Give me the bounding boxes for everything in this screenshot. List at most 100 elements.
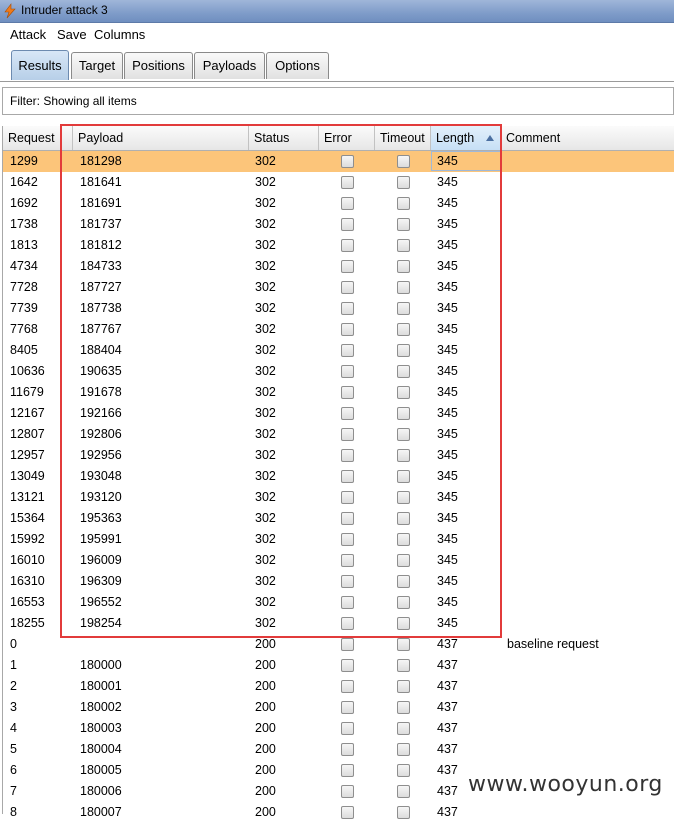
- error-checkbox[interactable]: [341, 365, 354, 378]
- error-checkbox[interactable]: [341, 617, 354, 630]
- column-request[interactable]: Request: [3, 126, 73, 150]
- tab-payloads[interactable]: Payloads: [194, 52, 265, 79]
- column-timeout[interactable]: Timeout: [375, 126, 431, 150]
- table-row[interactable]: 8 180007 200 437: [3, 802, 674, 823]
- error-checkbox[interactable]: [341, 323, 354, 336]
- timeout-checkbox[interactable]: [397, 407, 410, 420]
- table-row[interactable]: 1299 181298 302 345: [3, 151, 674, 172]
- table-row[interactable]: 3 180002 200 437: [3, 697, 674, 718]
- error-checkbox[interactable]: [341, 470, 354, 483]
- table-row[interactable]: 11679 191678 302 345: [3, 382, 674, 403]
- timeout-checkbox[interactable]: [397, 554, 410, 567]
- timeout-checkbox[interactable]: [397, 491, 410, 504]
- menu-attack[interactable]: Attack: [10, 27, 46, 42]
- timeout-checkbox[interactable]: [397, 575, 410, 588]
- error-checkbox[interactable]: [341, 491, 354, 504]
- timeout-checkbox[interactable]: [397, 344, 410, 357]
- timeout-checkbox[interactable]: [397, 764, 410, 777]
- timeout-checkbox[interactable]: [397, 155, 410, 168]
- timeout-checkbox[interactable]: [397, 722, 410, 735]
- table-row[interactable]: 12807 192806 302 345: [3, 424, 674, 445]
- table-row[interactable]: 1 180000 200 437: [3, 655, 674, 676]
- column-error[interactable]: Error: [319, 126, 375, 150]
- timeout-checkbox[interactable]: [397, 806, 410, 819]
- table-row[interactable]: 5 180004 200 437: [3, 739, 674, 760]
- table-row[interactable]: 4 180003 200 437: [3, 718, 674, 739]
- error-checkbox[interactable]: [341, 281, 354, 294]
- timeout-checkbox[interactable]: [397, 386, 410, 399]
- timeout-checkbox[interactable]: [397, 197, 410, 210]
- timeout-checkbox[interactable]: [397, 302, 410, 315]
- table-row[interactable]: 7728 187727 302 345: [3, 277, 674, 298]
- table-row[interactable]: 18255 198254 302 345: [3, 613, 674, 634]
- error-checkbox[interactable]: [341, 176, 354, 189]
- table-row[interactable]: 2 180001 200 437: [3, 676, 674, 697]
- table-row[interactable]: 1813 181812 302 345: [3, 235, 674, 256]
- timeout-checkbox[interactable]: [397, 428, 410, 441]
- timeout-checkbox[interactable]: [397, 512, 410, 525]
- error-checkbox[interactable]: [341, 302, 354, 315]
- timeout-checkbox[interactable]: [397, 218, 410, 231]
- timeout-checkbox[interactable]: [397, 281, 410, 294]
- table-row[interactable]: 13121 193120 302 345: [3, 487, 674, 508]
- table-row[interactable]: 1692 181691 302 345: [3, 193, 674, 214]
- table-row[interactable]: 12167 192166 302 345: [3, 403, 674, 424]
- timeout-checkbox[interactable]: [397, 323, 410, 336]
- error-checkbox[interactable]: [341, 638, 354, 651]
- timeout-checkbox[interactable]: [397, 239, 410, 252]
- table-row[interactable]: 4734 184733 302 345: [3, 256, 674, 277]
- error-checkbox[interactable]: [341, 701, 354, 714]
- error-checkbox[interactable]: [341, 197, 354, 210]
- timeout-checkbox[interactable]: [397, 617, 410, 630]
- error-checkbox[interactable]: [341, 386, 354, 399]
- table-row[interactable]: 1738 181737 302 345: [3, 214, 674, 235]
- timeout-checkbox[interactable]: [397, 470, 410, 483]
- timeout-checkbox[interactable]: [397, 785, 410, 798]
- timeout-checkbox[interactable]: [397, 449, 410, 462]
- tab-results[interactable]: Results: [11, 50, 69, 80]
- tab-target[interactable]: Target: [71, 52, 123, 79]
- error-checkbox[interactable]: [341, 806, 354, 819]
- error-checkbox[interactable]: [341, 575, 354, 588]
- error-checkbox[interactable]: [341, 344, 354, 357]
- error-checkbox[interactable]: [341, 554, 354, 567]
- table-row[interactable]: 10636 190635 302 345: [3, 361, 674, 382]
- menu-save[interactable]: Save: [57, 27, 87, 42]
- error-checkbox[interactable]: [341, 512, 354, 525]
- column-comment[interactable]: Comment: [501, 126, 674, 150]
- error-checkbox[interactable]: [341, 449, 354, 462]
- error-checkbox[interactable]: [341, 764, 354, 777]
- column-status[interactable]: Status: [249, 126, 319, 150]
- table-row[interactable]: 16553 196552 302 345: [3, 592, 674, 613]
- error-checkbox[interactable]: [341, 428, 354, 441]
- error-checkbox[interactable]: [341, 218, 354, 231]
- filter-bar[interactable]: Filter: Showing all items: [2, 87, 674, 115]
- table-row[interactable]: 15364 195363 302 345: [3, 508, 674, 529]
- timeout-checkbox[interactable]: [397, 701, 410, 714]
- error-checkbox[interactable]: [341, 239, 354, 252]
- timeout-checkbox[interactable]: [397, 176, 410, 189]
- table-row[interactable]: 0 200 437 baseline request: [3, 634, 674, 655]
- error-checkbox[interactable]: [341, 659, 354, 672]
- column-payload[interactable]: Payload: [73, 126, 249, 150]
- timeout-checkbox[interactable]: [397, 638, 410, 651]
- table-row[interactable]: 1642 181641 302 345: [3, 172, 674, 193]
- table-row[interactable]: 7739 187738 302 345: [3, 298, 674, 319]
- tab-positions[interactable]: Positions: [124, 52, 193, 79]
- table-row[interactable]: 8405 188404 302 345: [3, 340, 674, 361]
- column-length[interactable]: Length: [431, 126, 501, 150]
- table-row[interactable]: 12957 192956 302 345: [3, 445, 674, 466]
- table-row[interactable]: 7768 187767 302 345: [3, 319, 674, 340]
- table-row[interactable]: 15992 195991 302 345: [3, 529, 674, 550]
- tab-options[interactable]: Options: [266, 52, 329, 79]
- timeout-checkbox[interactable]: [397, 260, 410, 273]
- timeout-checkbox[interactable]: [397, 533, 410, 546]
- error-checkbox[interactable]: [341, 155, 354, 168]
- timeout-checkbox[interactable]: [397, 659, 410, 672]
- menu-columns[interactable]: Columns: [94, 27, 145, 42]
- timeout-checkbox[interactable]: [397, 365, 410, 378]
- timeout-checkbox[interactable]: [397, 743, 410, 756]
- error-checkbox[interactable]: [341, 785, 354, 798]
- timeout-checkbox[interactable]: [397, 680, 410, 693]
- error-checkbox[interactable]: [341, 407, 354, 420]
